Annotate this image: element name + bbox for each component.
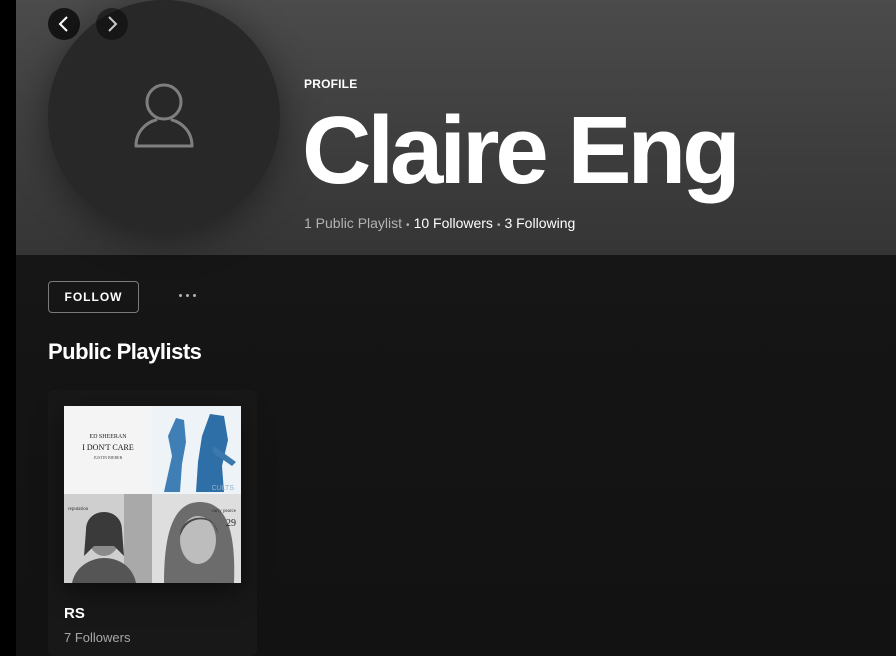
- section-title: Public Playlists: [48, 339, 202, 364]
- follow-button[interactable]: FOLLOW: [48, 281, 139, 313]
- cover-artist: ED SHEERAN: [89, 434, 127, 440]
- chevron-left-icon: [58, 16, 68, 32]
- profile-type-label: PROFILE: [304, 77, 358, 91]
- avatar: [48, 0, 280, 232]
- left-sidebar-edge: [0, 0, 16, 656]
- stats-separator: •: [496, 220, 501, 231]
- public-playlists-count[interactable]: 1 Public Playlist: [304, 215, 402, 231]
- more-options-button[interactable]: [171, 286, 203, 304]
- profile-header: PROFILE Claire Eng 1 Public Playlist • 10 …: [16, 0, 896, 255]
- playlist-card[interactable]: ED SHEERAN I DON'T CARE JUSTIN BIEBER CU…: [48, 390, 257, 656]
- back-button[interactable]: [48, 8, 80, 40]
- chevron-right-icon: [108, 16, 118, 32]
- page-title: Claire Eng: [302, 97, 741, 204]
- cover-word-bl: reputation: [68, 507, 89, 512]
- cover-word-tr: CULTS: [212, 485, 235, 492]
- cover-name-br: carly pearce: [212, 509, 237, 514]
- cover-num-br: 29: [226, 518, 236, 529]
- following-count[interactable]: 3 Following: [504, 215, 575, 231]
- profile-stats: 1 Public Playlist • 10 Followers • 3 Followi…: [304, 215, 575, 231]
- main-view: PROFILE Claire Eng 1 Public Playlist • 10 …: [16, 0, 896, 656]
- playlist-followers: 7 Followers: [64, 630, 131, 645]
- playlist-title[interactable]: RS: [64, 605, 85, 622]
- cover-title: I DON'T CARE: [82, 443, 134, 452]
- followers-count[interactable]: 10 Followers: [414, 215, 493, 231]
- user-icon: [134, 83, 194, 148]
- playlist-cover: ED SHEERAN I DON'T CARE JUSTIN BIEBER CU…: [64, 406, 241, 583]
- cover-mosaic: ED SHEERAN I DON'T CARE JUSTIN BIEBER CU…: [64, 406, 241, 583]
- forward-button[interactable]: [96, 8, 128, 40]
- stats-separator: •: [406, 220, 410, 231]
- cover-feat: JUSTIN BIEBER: [94, 455, 123, 460]
- more-options-icon: [178, 293, 196, 297]
